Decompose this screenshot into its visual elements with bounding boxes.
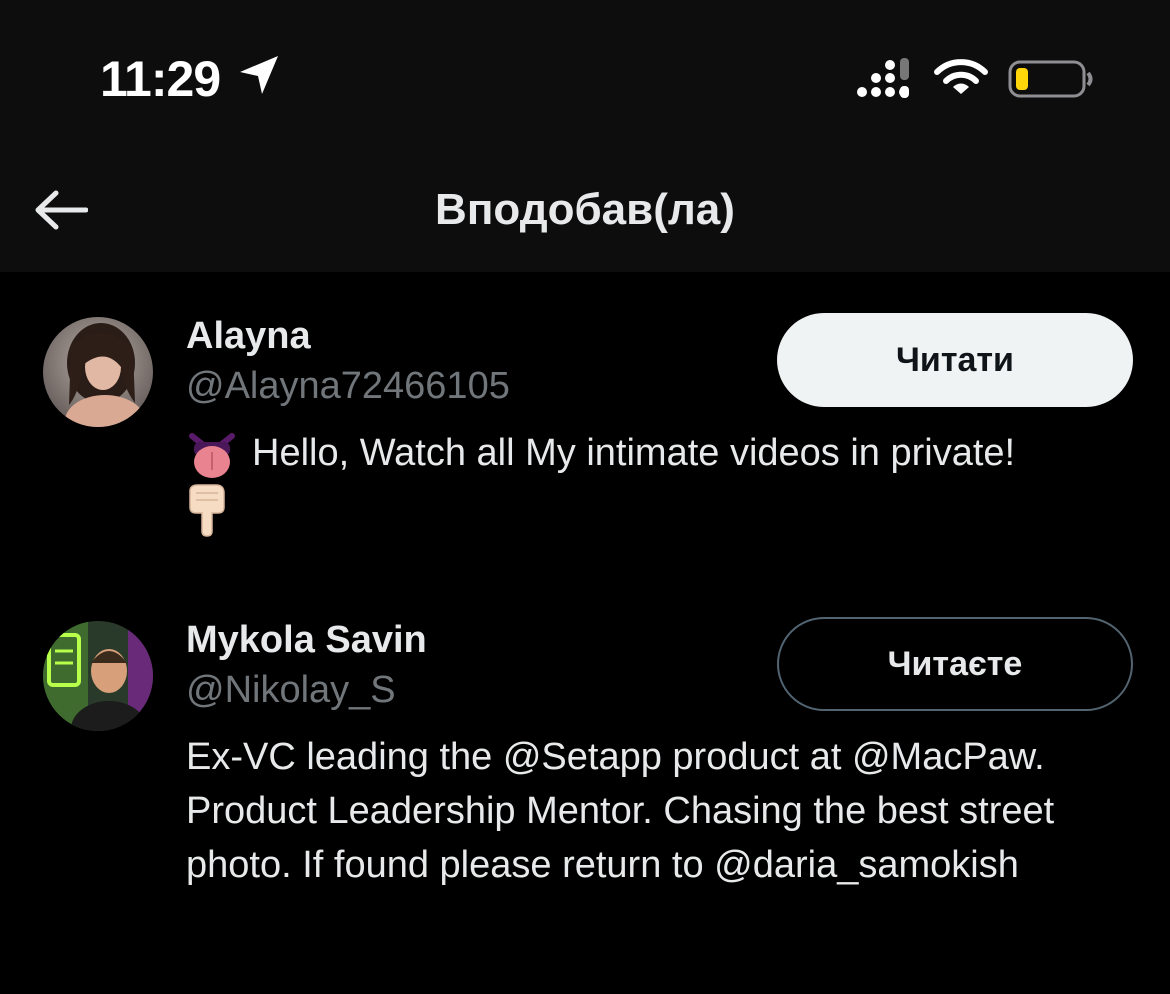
- user-bio: Hello, Watch all My intimate videos in p…: [186, 426, 1136, 537]
- user-handle[interactable]: @Alayna72466105: [186, 364, 510, 408]
- following-button[interactable]: Читаєте: [777, 617, 1133, 711]
- avatar[interactable]: [43, 317, 153, 427]
- following-button-label: Читаєте: [887, 644, 1023, 683]
- follow-button[interactable]: Читати: [777, 313, 1133, 407]
- tongue-emoji: [189, 432, 235, 478]
- user-name[interactable]: Alayna: [186, 314, 311, 358]
- pointing-down-emoji: [189, 484, 225, 537]
- page-title: Вподобав(ла): [435, 185, 735, 234]
- battery-low-icon: [1008, 60, 1093, 98]
- user-name[interactable]: Mykola Savin: [186, 618, 427, 662]
- wifi-icon: [934, 59, 988, 94]
- user-bio: Ex-VC leading the @Setapp product at @Ma…: [186, 736, 1055, 886]
- status-time: 11:29: [100, 51, 221, 107]
- avatar[interactable]: [43, 621, 153, 731]
- bio-text: Hello, Watch all My intimate videos in p…: [252, 432, 1016, 474]
- follow-button-label: Читати: [896, 340, 1014, 379]
- signal-icon: [857, 58, 909, 98]
- user-handle[interactable]: @Nikolay_S: [186, 668, 396, 712]
- location-arrow-icon: [240, 56, 278, 94]
